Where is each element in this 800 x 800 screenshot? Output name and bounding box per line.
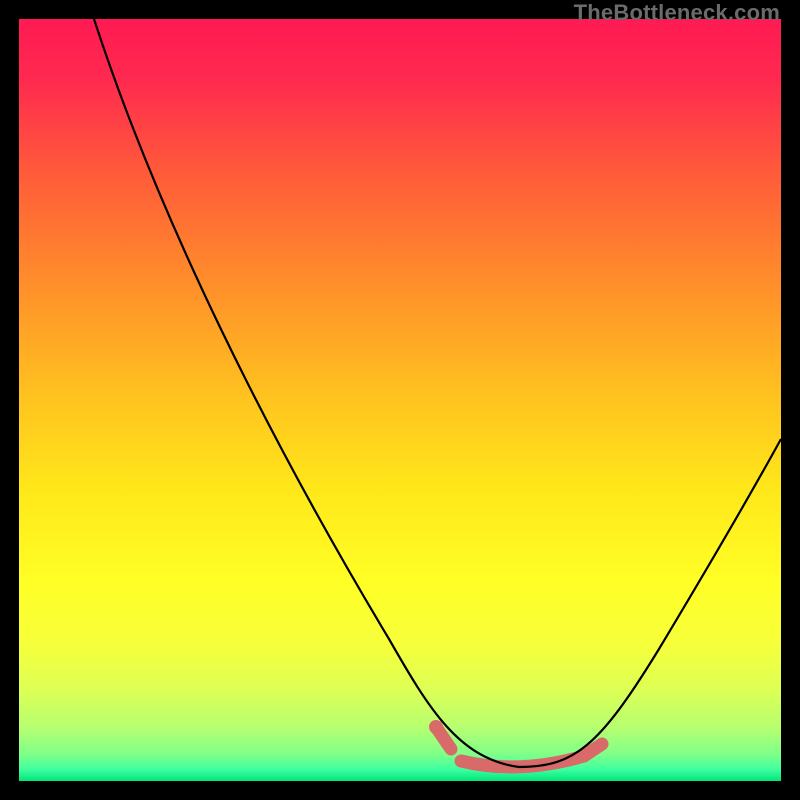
plot-area	[19, 19, 781, 781]
bottleneck-chart	[19, 19, 781, 781]
watermark-text: TheBottleneck.com	[574, 0, 780, 26]
highlight-dot	[429, 720, 443, 734]
chart-frame: TheBottleneck.com	[0, 0, 800, 800]
gradient-background	[19, 19, 781, 781]
